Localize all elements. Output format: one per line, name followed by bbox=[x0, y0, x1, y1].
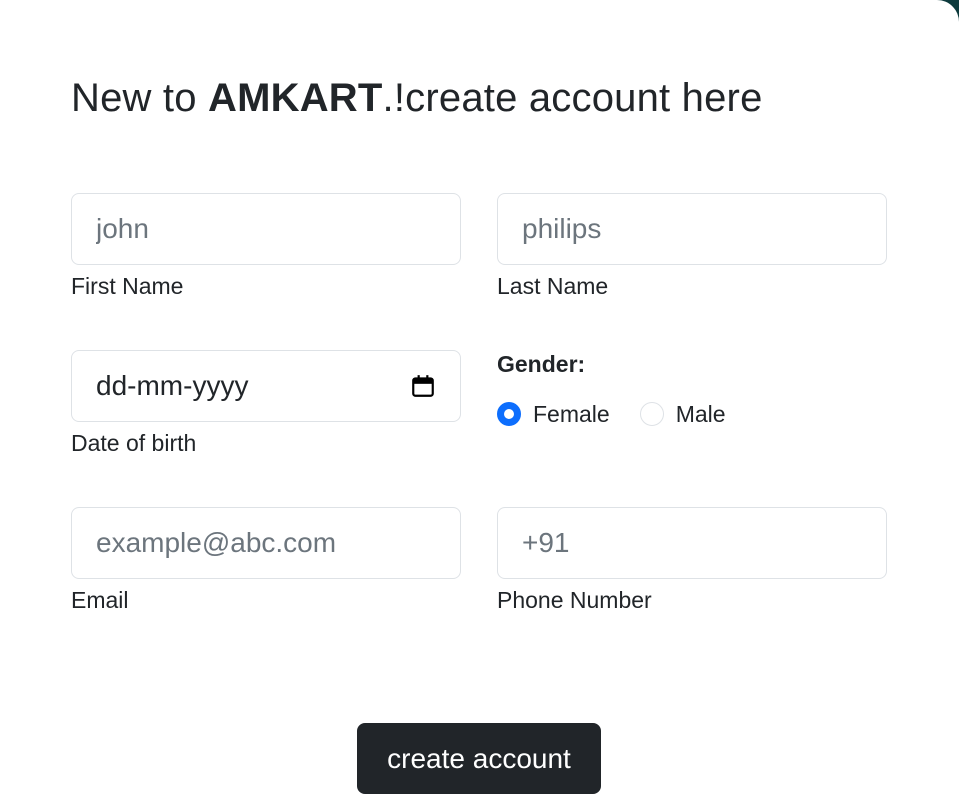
female-radio[interactable] bbox=[497, 402, 521, 426]
last-name-input[interactable] bbox=[522, 213, 862, 245]
phone-label: Phone Number bbox=[497, 587, 652, 613]
phone-field: Phone Number bbox=[497, 507, 887, 614]
phone-input-box[interactable] bbox=[497, 507, 887, 579]
gender-option-male[interactable]: Male bbox=[639, 400, 726, 428]
dob-label: Date of birth bbox=[71, 430, 197, 456]
gender-label: Gender: bbox=[497, 351, 586, 377]
calendar-icon[interactable] bbox=[410, 373, 436, 399]
last-name-input-box[interactable] bbox=[497, 193, 887, 265]
female-label: Female bbox=[533, 401, 610, 427]
gender-group: Gender: Female Male bbox=[497, 350, 756, 428]
create-account-button[interactable]: create account bbox=[357, 723, 601, 794]
email-field: Email bbox=[71, 507, 461, 614]
first-name-label: First Name bbox=[71, 273, 184, 299]
first-name-input-box[interactable] bbox=[71, 193, 461, 265]
title-prefix: New to bbox=[71, 76, 209, 120]
phone-input[interactable] bbox=[522, 527, 862, 559]
brand-name: AMKART bbox=[208, 76, 383, 120]
male-radio[interactable] bbox=[639, 402, 664, 426]
email-label: Email bbox=[71, 587, 129, 613]
dob-field: dd-mm-yyyy Date of birth bbox=[71, 350, 461, 457]
gender-options: Female Male bbox=[497, 400, 756, 428]
title-suffix: .!create account here bbox=[382, 76, 763, 120]
gender-option-female[interactable]: Female bbox=[497, 400, 610, 428]
last-name-label: Last Name bbox=[497, 273, 609, 299]
last-name-field: Last Name bbox=[497, 193, 887, 300]
dob-display: dd-mm-yyyy bbox=[96, 370, 249, 401]
email-input-box[interactable] bbox=[71, 507, 461, 579]
email-input[interactable] bbox=[96, 527, 436, 559]
first-name-field: First Name bbox=[71, 193, 461, 300]
page-title: New to AMKART.!create account here bbox=[71, 74, 763, 122]
dob-input[interactable]: dd-mm-yyyy bbox=[71, 350, 461, 422]
first-name-input[interactable] bbox=[96, 213, 436, 245]
signup-card: New to AMKART.!create account here First… bbox=[0, 0, 959, 794]
male-label: Male bbox=[675, 401, 726, 427]
